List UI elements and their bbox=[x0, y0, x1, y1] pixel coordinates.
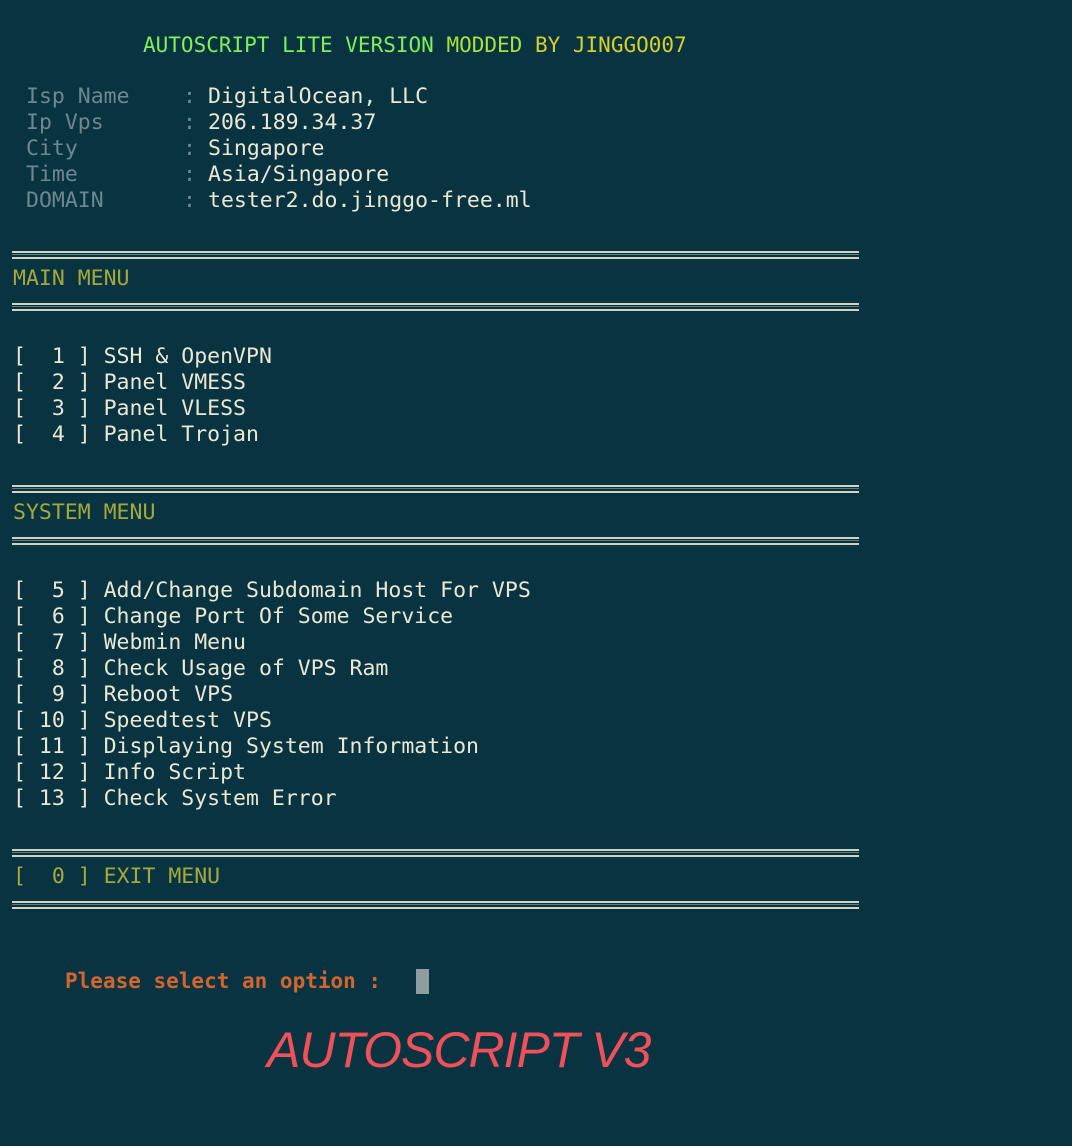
menu-item-5[interactable]: [ 5 ] Add/Change Subdomain Host For VPS bbox=[13, 578, 531, 604]
menu-item-12[interactable]: [ 12 ] Info Script bbox=[13, 760, 246, 786]
system-menu-title: SYSTEM MENU bbox=[13, 500, 156, 525]
terminal-window: AUTOSCRIPT LITE VERSION MODDED BY JINGGO… bbox=[0, 0, 1072, 1146]
banner-part-2: MODDED bbox=[433, 33, 523, 57]
banner-part-3: BY JINGGO007 bbox=[522, 33, 687, 57]
divider bbox=[12, 901, 859, 909]
menu-item-7[interactable]: [ 7 ] Webmin Menu bbox=[13, 630, 246, 656]
info-colon: : bbox=[183, 110, 196, 135]
menu-item-13[interactable]: [ 13 ] Check System Error bbox=[13, 786, 337, 812]
divider bbox=[12, 537, 859, 545]
info-row-domain: DOMAIN bbox=[26, 188, 104, 214]
banner-part-1: AUTOSCRIPT LITE VERSION bbox=[143, 33, 434, 57]
info-row-ip: Ip Vps bbox=[26, 110, 104, 136]
info-label: DOMAIN bbox=[26, 188, 104, 213]
info-row-isp: Isp Name bbox=[26, 84, 130, 110]
select-option-prompt: Please select an option : bbox=[65, 969, 382, 993]
info-label: Ip Vps bbox=[26, 110, 104, 135]
menu-item-1[interactable]: [ 1 ] SSH & OpenVPN bbox=[13, 344, 272, 370]
info-row-city: City bbox=[26, 136, 78, 162]
divider bbox=[12, 849, 859, 857]
banner-title: AUTOSCRIPT LITE VERSION MODDED BY JINGGO… bbox=[143, 32, 687, 58]
exit-menu-item[interactable]: [ 0 ] EXIT MENU bbox=[13, 864, 220, 890]
menu-item-8[interactable]: [ 8 ] Check Usage of VPS Ram bbox=[13, 656, 388, 682]
divider bbox=[12, 303, 859, 311]
info-value: DigitalOcean, LLC bbox=[208, 84, 429, 109]
info-label: City bbox=[26, 136, 78, 161]
main-menu-title: MAIN MENU bbox=[13, 266, 130, 291]
info-value: 206.189.34.37 bbox=[208, 110, 377, 135]
menu-item-10[interactable]: [ 10 ] Speedtest VPS bbox=[13, 708, 272, 734]
info-value: Singapore bbox=[208, 136, 325, 161]
info-label: Isp Name bbox=[26, 84, 130, 109]
info-row-time: Time bbox=[26, 162, 78, 188]
info-colon: : bbox=[183, 188, 196, 213]
info-value: tester2.do.jinggo-free.ml bbox=[208, 188, 532, 213]
info-colon: : bbox=[183, 136, 196, 161]
input-cursor[interactable] bbox=[416, 969, 429, 994]
menu-item-4[interactable]: [ 4 ] Panel Trojan bbox=[13, 422, 259, 448]
info-colon: : bbox=[183, 162, 196, 187]
menu-item-9[interactable]: [ 9 ] Reboot VPS bbox=[13, 682, 233, 708]
info-label: Time bbox=[26, 162, 78, 187]
menu-item-3[interactable]: [ 3 ] Panel VLESS bbox=[13, 396, 246, 422]
divider bbox=[12, 485, 859, 493]
divider bbox=[12, 251, 859, 259]
menu-item-2[interactable]: [ 2 ] Panel VMESS bbox=[13, 370, 246, 396]
menu-item-11[interactable]: [ 11 ] Displaying System Information bbox=[13, 734, 479, 760]
info-value: Asia/Singapore bbox=[208, 162, 390, 187]
watermark-text: AUTOSCRIPT V3 bbox=[267, 1022, 651, 1078]
info-colon: : bbox=[183, 84, 196, 109]
menu-item-6[interactable]: [ 6 ] Change Port Of Some Service bbox=[13, 604, 453, 630]
